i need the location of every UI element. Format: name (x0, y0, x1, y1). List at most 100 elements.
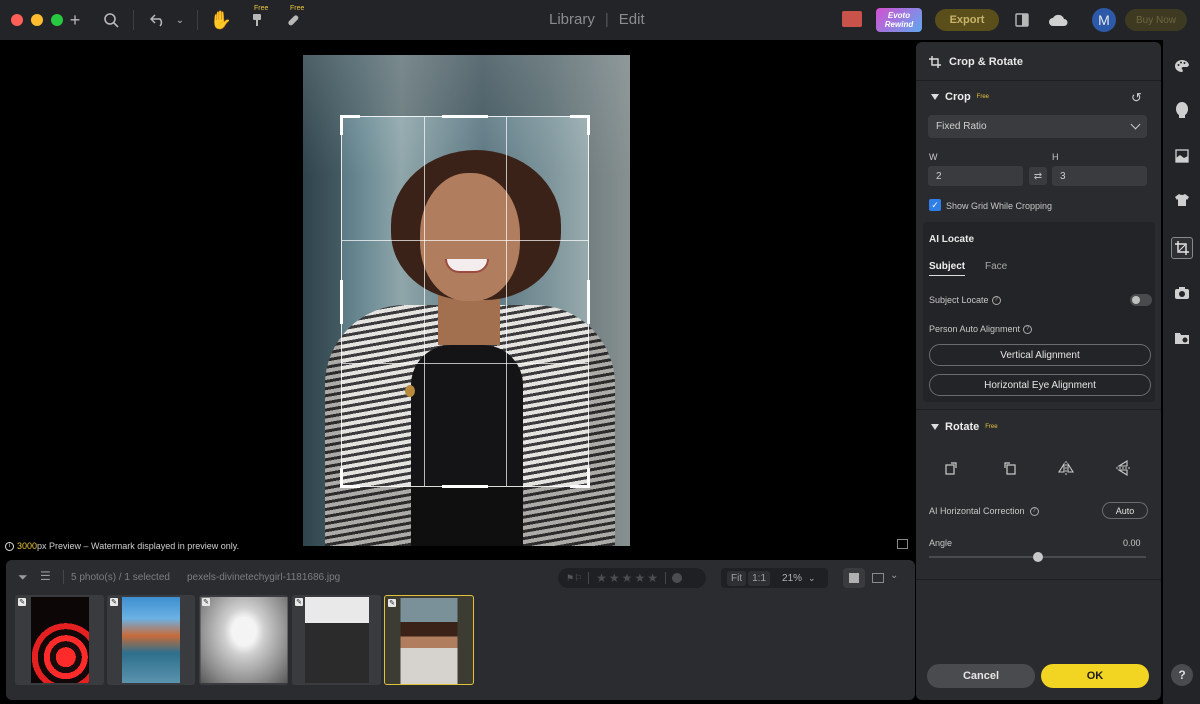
thumbnail-selected[interactable]: ✎ (384, 595, 474, 685)
info-icon[interactable]: ? (1023, 324, 1033, 334)
chevron-down-icon[interactable]: ⌄ (808, 573, 816, 584)
flip-vertical-icon[interactable] (1115, 460, 1131, 476)
undo-icon[interactable] (146, 8, 170, 32)
face-icon[interactable] (1172, 100, 1192, 120)
brush-icon[interactable]: Free (246, 5, 268, 32)
rating-stars[interactable]: ★ ★ ★ ★ ★ (595, 571, 659, 585)
one-to-one-button[interactable]: 1:1 (748, 570, 771, 586)
chevron-down-icon (1130, 119, 1141, 130)
star-icon[interactable]: ★ (647, 571, 658, 585)
flag-icon[interactable]: ⚑⚐ (566, 573, 582, 584)
person-alignment-label: Person Auto Alignment ? (929, 324, 1033, 334)
compare-view-icon[interactable] (872, 573, 884, 583)
crop-handle-bottom-left[interactable] (340, 468, 360, 488)
thumbnail[interactable]: ✎ (199, 595, 288, 685)
color-label-icon[interactable] (671, 573, 682, 583)
search-icon[interactable] (100, 8, 122, 32)
swap-ratio-icon[interactable]: ⇄ (1029, 167, 1047, 185)
thumbnail-image (400, 598, 458, 684)
undo-history-chevron-icon[interactable]: ⌄ (174, 8, 186, 32)
hand-icon[interactable]: ✋ (209, 8, 233, 32)
star-icon[interactable]: ★ (609, 571, 620, 585)
single-view-toggle[interactable] (843, 568, 865, 588)
clothing-icon[interactable] (1172, 190, 1192, 210)
badge-line-2: Rewind (884, 20, 914, 29)
filename: pexels-divinetechygirl-1181686.jpg (187, 572, 341, 583)
star-icon[interactable]: ★ (596, 571, 607, 585)
subject-locate-label: Subject Locate ? (929, 295, 1001, 305)
subject-locate-toggle[interactable] (1130, 294, 1152, 306)
angle-slider-handle[interactable] (1032, 552, 1043, 562)
cancel-button[interactable]: Cancel (927, 664, 1035, 688)
info-icon[interactable]: ? (1029, 506, 1039, 516)
star-icon[interactable]: ★ (634, 571, 645, 585)
palette-icon[interactable] (1172, 56, 1192, 76)
rotate-section-header[interactable]: Rotate Free (931, 421, 998, 433)
width-field[interactable]: 2 (928, 166, 1023, 186)
fit-button[interactable]: Fit (727, 570, 747, 586)
export-button[interactable]: Export (935, 9, 999, 31)
ratio-select[interactable]: Fixed Ratio (928, 115, 1147, 138)
crop-handle-top[interactable] (442, 115, 488, 118)
crop-icon[interactable] (1171, 237, 1193, 259)
grid-line (424, 117, 425, 486)
photo-canvas[interactable]: i 3000px Preview – Watermark displayed i… (0, 40, 915, 557)
avatar[interactable]: M (1092, 8, 1116, 32)
evoto-rewind-badge[interactable]: Evoto Rewind (876, 8, 922, 32)
gift-icon[interactable] (842, 11, 862, 27)
mode-switcher: Library | Edit (549, 11, 645, 28)
folder-icon[interactable] (1172, 328, 1192, 348)
crop-handle-top-left[interactable] (340, 115, 360, 135)
cloud-icon[interactable] (1047, 8, 1069, 32)
edited-icon: ✎ (295, 598, 303, 606)
info-icon[interactable]: ? (991, 295, 1001, 305)
crop-handle-right[interactable] (587, 280, 590, 324)
rotate-left-icon[interactable] (944, 460, 960, 476)
crop-handle-bottom-right[interactable] (570, 468, 590, 488)
plus-icon[interactable]: + (64, 8, 86, 32)
filter-icon[interactable]: ⏷ (18, 570, 28, 585)
rotate-right-icon[interactable] (1001, 460, 1017, 476)
tab-subject[interactable]: Subject (929, 261, 966, 276)
sort-icon[interactable]: ☰ (40, 569, 51, 583)
vertical-alignment-button[interactable]: Vertical Alignment (929, 344, 1151, 366)
ok-button[interactable]: OK (1041, 664, 1149, 688)
thumbnail[interactable]: ✎ (15, 595, 104, 685)
edit-tab[interactable]: Edit (619, 11, 645, 28)
crop-handle-left[interactable] (340, 280, 343, 324)
thumbnail[interactable]: ✎ (292, 595, 381, 685)
library-tab[interactable]: Library (549, 11, 595, 28)
tool-sidebar (1163, 40, 1200, 704)
crop-section-header[interactable]: Crop Free (931, 91, 989, 103)
crop-handle-bottom[interactable] (442, 485, 488, 488)
auto-correction-button[interactable]: Auto (1102, 502, 1148, 519)
horizontal-eye-alignment-button[interactable]: Horizontal Eye Alignment (929, 374, 1151, 396)
chevron-down-icon[interactable]: ⌄ (890, 570, 898, 581)
minimize-window-button[interactable] (31, 14, 43, 26)
crop-handle-top-right[interactable] (570, 115, 590, 135)
app-window: + ⌄ ✋ Free Free Library | Edit Evoto Rew… (0, 0, 1200, 704)
buy-now-button[interactable]: Buy Now (1125, 9, 1187, 31)
zoom-select[interactable]: 21% (782, 573, 802, 584)
tab-face[interactable]: Face (985, 261, 1007, 272)
camera-icon[interactable] (1172, 283, 1192, 303)
angle-label: Angle (929, 538, 953, 548)
reset-icon[interactable]: ↺ (1131, 90, 1142, 106)
filmstrip-toolbar: ⏷ ☰ 5 photo(s) / 1 selected pexels-divin… (6, 560, 915, 594)
ai-horizontal-text: AI Horizontal Correction (929, 506, 1025, 516)
height-field[interactable]: 3 (1052, 166, 1147, 186)
show-grid-checkbox[interactable]: ✓ (929, 199, 941, 211)
split-view-icon[interactable] (1013, 8, 1031, 32)
close-window-button[interactable] (11, 14, 23, 26)
background-icon[interactable] (1172, 146, 1192, 166)
flip-horizontal-icon[interactable] (1058, 460, 1074, 476)
bandage-icon[interactable]: Free (282, 5, 304, 32)
crop-frame[interactable] (340, 115, 590, 488)
thumbnail[interactable]: ✎ (107, 595, 195, 685)
star-icon[interactable]: ★ (622, 571, 633, 585)
subject-locate-text: Subject Locate (929, 295, 989, 305)
compare-icon[interactable] (897, 539, 908, 549)
zoom-window-button[interactable] (51, 14, 63, 26)
help-button[interactable]: ? (1171, 664, 1193, 686)
ai-horizontal-correction-label: AI Horizontal Correction ? (929, 506, 1039, 516)
